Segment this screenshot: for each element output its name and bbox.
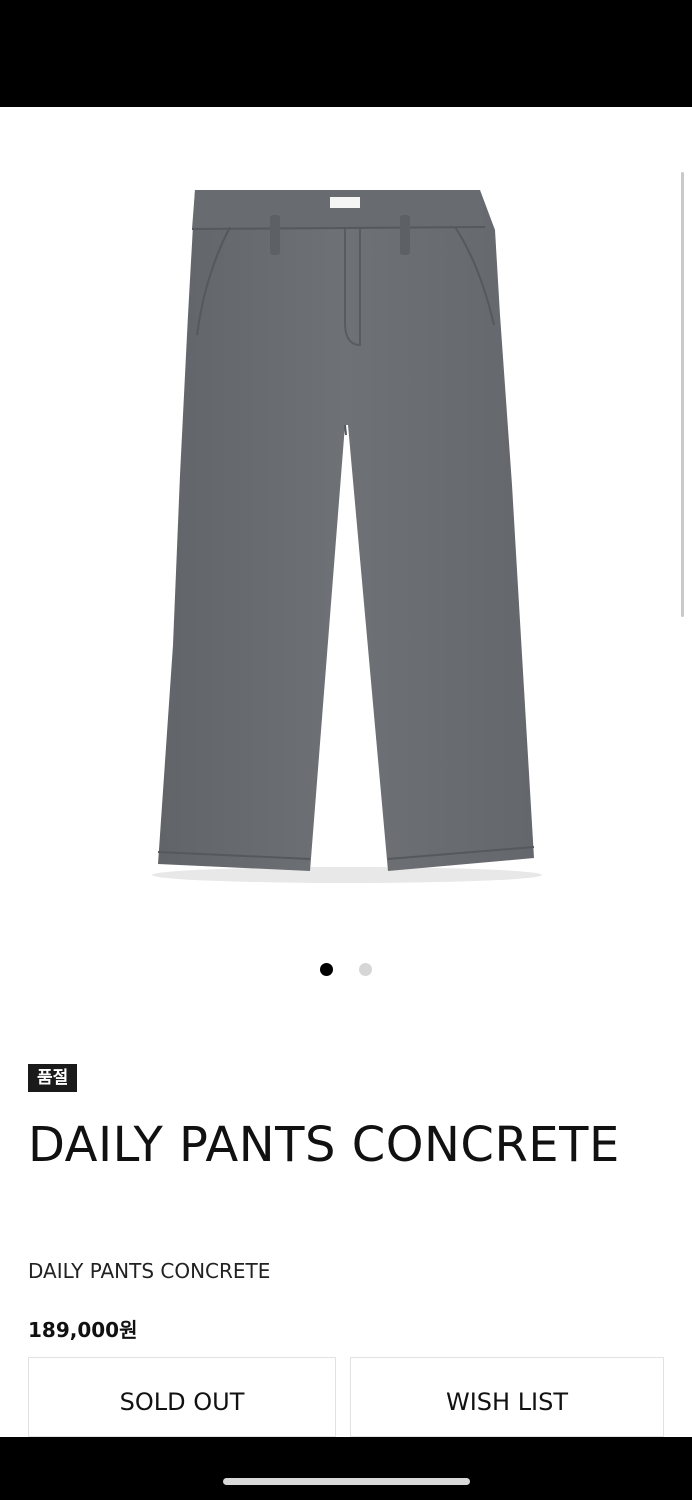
pagination-dot-active[interactable] bbox=[320, 963, 333, 976]
pagination-dot[interactable] bbox=[359, 963, 372, 976]
product-subtitle: DAILY PANTS CONCRETE bbox=[28, 1259, 271, 1283]
product-price: 189,000원 bbox=[28, 1318, 138, 1342]
sold-out-badge: 품절 bbox=[28, 1064, 78, 1092]
bottom-bar bbox=[0, 1437, 692, 1500]
wish-list-button[interactable]: WISH LIST bbox=[350, 1357, 664, 1437]
sold-out-button[interactable]: SOLD OUT bbox=[28, 1357, 336, 1437]
status-bar bbox=[0, 0, 692, 107]
home-indicator[interactable] bbox=[223, 1478, 470, 1485]
product-image[interactable] bbox=[150, 185, 545, 885]
pants-illustration bbox=[152, 190, 542, 883]
product-title: DAILY PANTS CONCRETE bbox=[28, 1117, 620, 1173]
gallery-pagination bbox=[0, 963, 692, 977]
scrollbar[interactable] bbox=[681, 172, 684, 617]
